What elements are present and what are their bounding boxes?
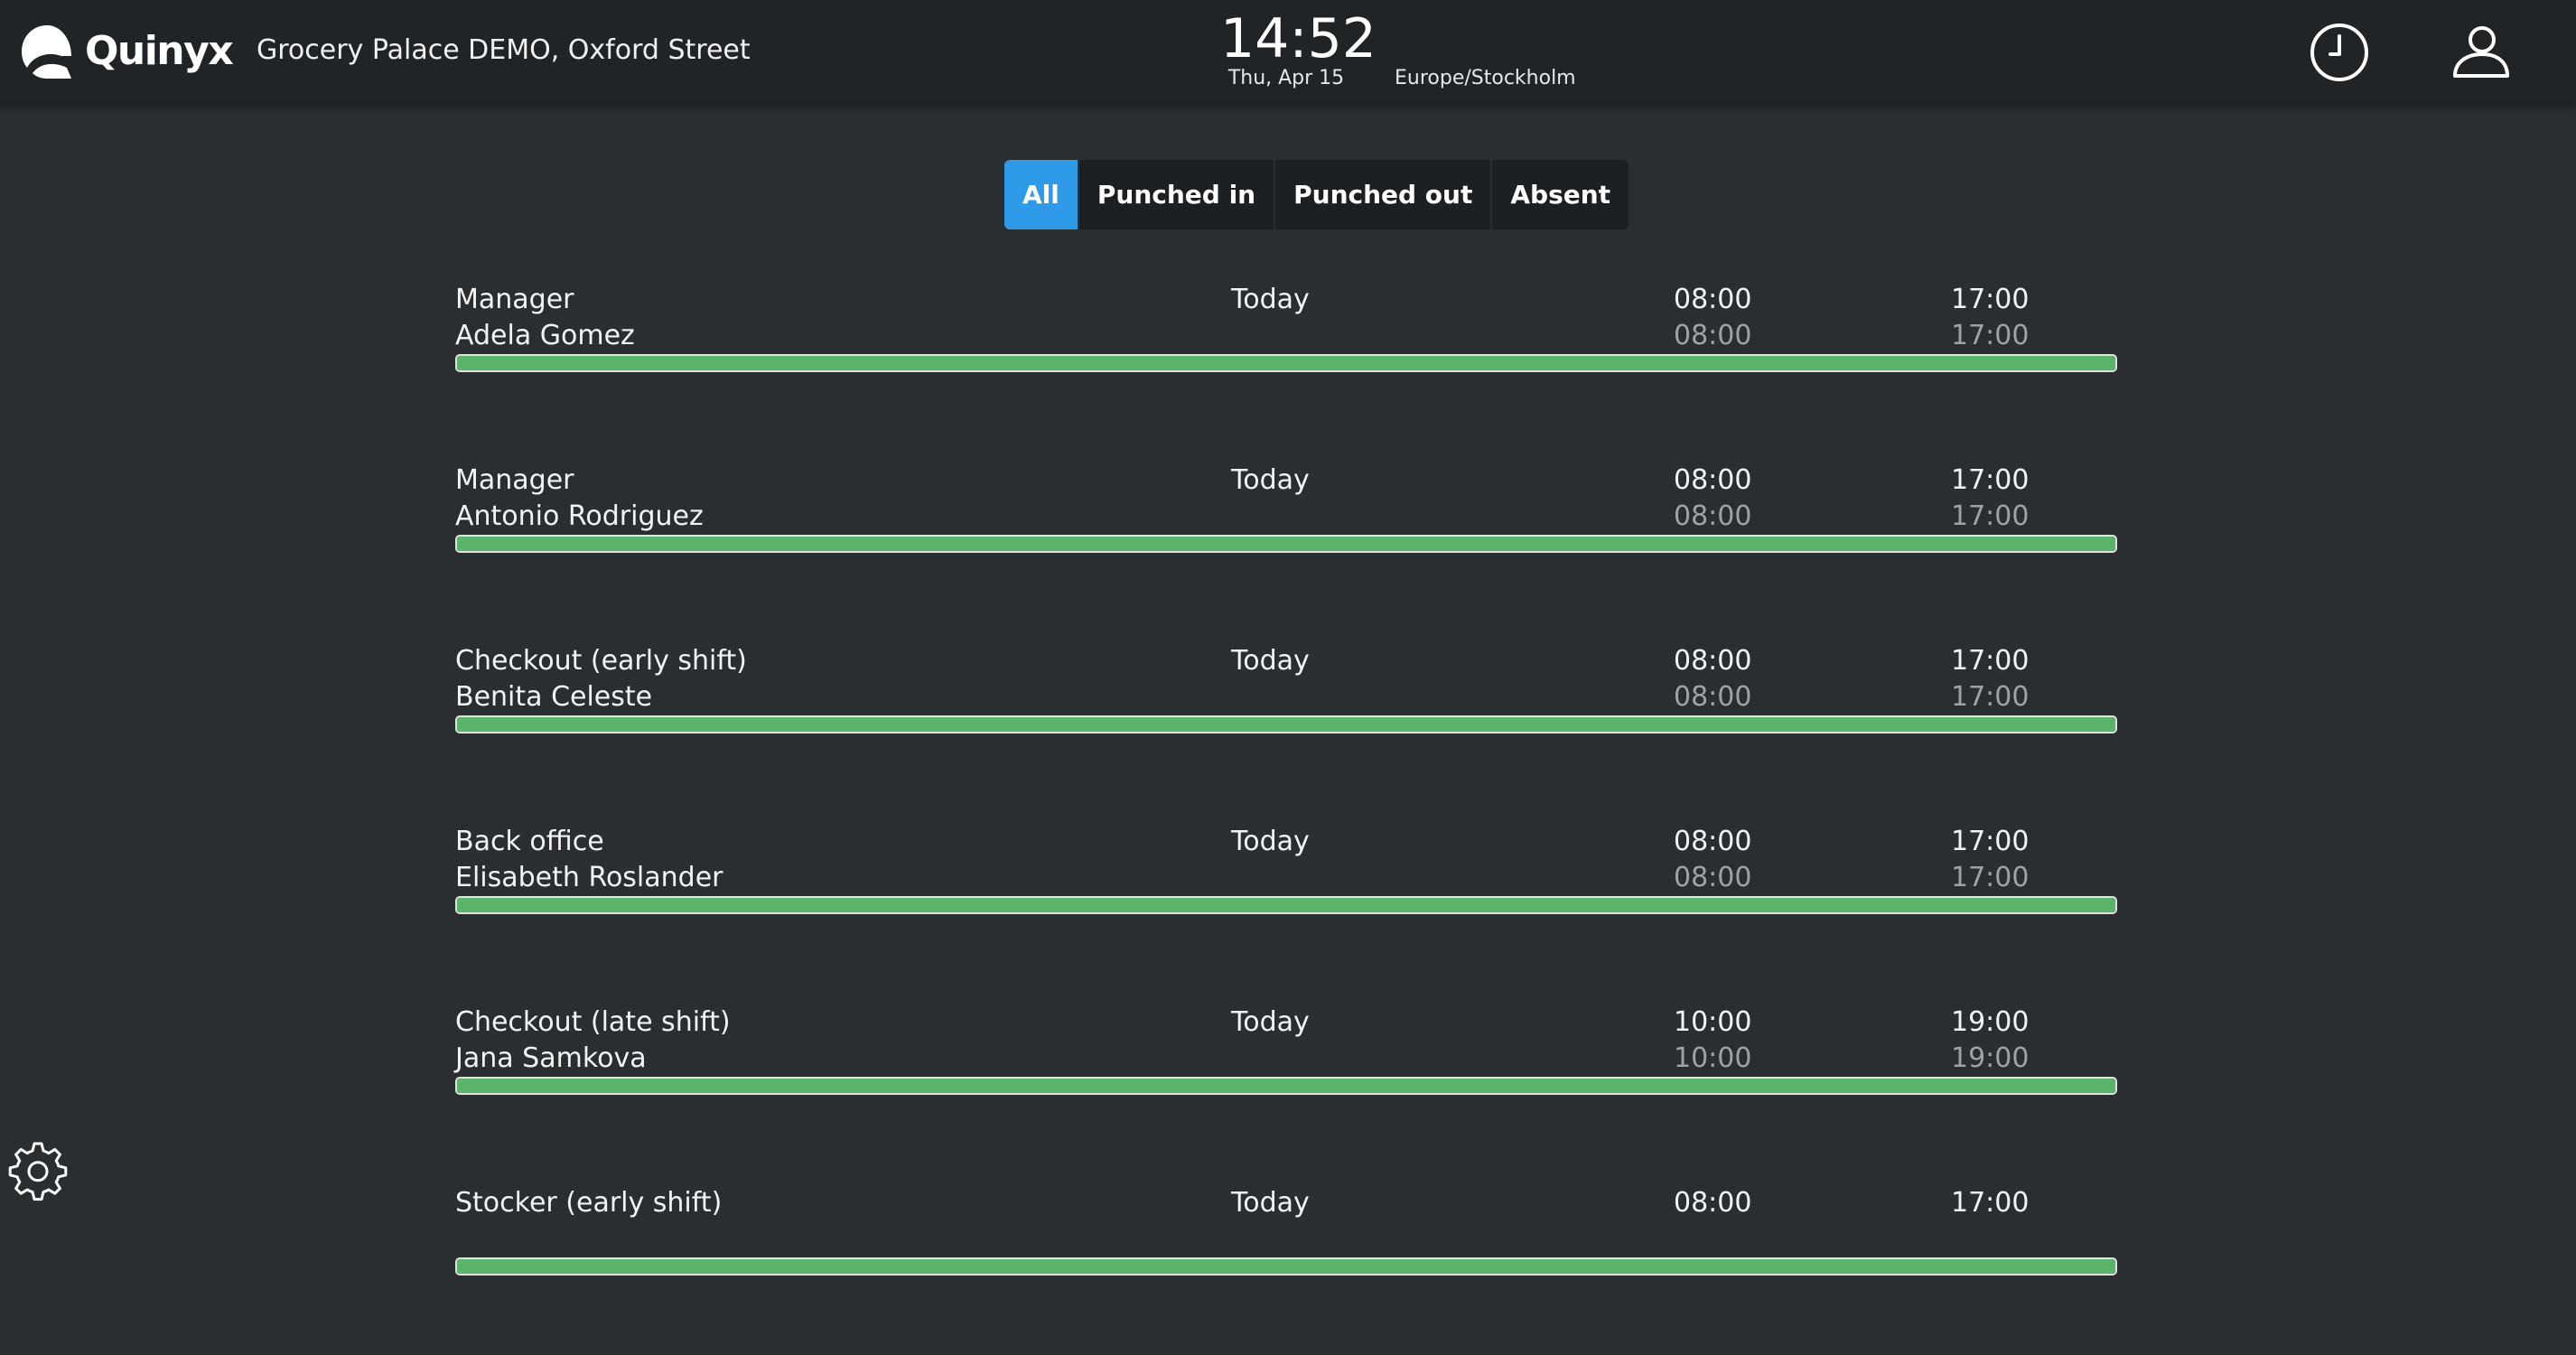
- shift-role: Stocker (early shift): [455, 1187, 723, 1219]
- shift-role: Back office: [455, 826, 604, 857]
- filter-punched-out[interactable]: Punched out: [1275, 160, 1493, 229]
- timezone-label: Europe/Stockholm: [1395, 67, 1576, 89]
- shift-role: Manager: [455, 284, 574, 315]
- shift-progress-bar: [455, 1257, 2117, 1276]
- filter-punched-in[interactable]: Punched in: [1078, 160, 1276, 229]
- shift-list: Manager Adela Gomez Today 08:00 17:00 08…: [455, 271, 2117, 1355]
- scheduled-end: 17:00: [1951, 1187, 2030, 1219]
- shift-role: Checkout (late shift): [455, 1006, 731, 1038]
- shift-day: Today: [1231, 1006, 1310, 1038]
- shift-progress-fill: [457, 537, 2115, 551]
- logo-text: Quinyx: [85, 28, 234, 74]
- actual-end: 17:00: [1951, 500, 2030, 532]
- shift-progress-fill: [457, 717, 2115, 732]
- current-time: 14:52: [1220, 7, 1377, 70]
- shift-progress-fill: [457, 898, 2115, 912]
- scheduled-start: 08:00: [1674, 645, 1752, 677]
- actual-end: 19:00: [1951, 1042, 2030, 1074]
- scheduled-start: 08:00: [1674, 826, 1752, 857]
- shift-row[interactable]: Manager Adela Gomez Today 08:00 17:00 08…: [455, 271, 2117, 452]
- shift-progress-fill: [457, 1259, 2115, 1274]
- shift-progress-bar: [455, 535, 2117, 553]
- shift-progress-fill: [457, 1079, 2115, 1093]
- shift-progress-bar: [455, 354, 2117, 372]
- shift-progress-fill: [457, 356, 2115, 370]
- shift-role: Checkout (early shift): [455, 645, 747, 677]
- top-bar: Quinyx Grocery Palace DEMO, Oxford Stree…: [0, 0, 2576, 107]
- employee-name: Benita Celeste: [455, 681, 653, 713]
- shift-role: Manager: [455, 464, 574, 496]
- scheduled-end: 17:00: [1951, 826, 2030, 857]
- filter-all[interactable]: All: [1004, 160, 1079, 229]
- scheduled-start: 10:00: [1674, 1006, 1752, 1038]
- shift-progress-bar: [455, 896, 2117, 914]
- shift-progress-bar: [455, 715, 2117, 734]
- actual-end: 17:00: [1951, 862, 2030, 893]
- shift-row[interactable]: Checkout (early shift) Benita Celeste To…: [455, 632, 2117, 813]
- shift-row[interactable]: Stocker (early shift) Today 08:00 17:00: [455, 1174, 2117, 1355]
- actual-start: 08:00: [1674, 320, 1752, 351]
- scheduled-start: 08:00: [1674, 284, 1752, 315]
- shift-row[interactable]: Manager Antonio Rodriguez Today 08:00 17…: [455, 452, 2117, 632]
- scheduled-start: 08:00: [1674, 464, 1752, 496]
- actual-start: 08:00: [1674, 500, 1752, 532]
- current-date: Thu, Apr 15: [1227, 67, 1345, 89]
- shift-row[interactable]: Back office Elisabeth Roslander Today 08…: [455, 813, 2117, 994]
- scheduled-end: 17:00: [1951, 645, 2030, 677]
- actual-end: 17:00: [1951, 320, 2030, 351]
- shift-day: Today: [1231, 464, 1310, 496]
- scheduled-end: 19:00: [1951, 1006, 2030, 1038]
- scheduled-end: 17:00: [1951, 464, 2030, 496]
- shift-day: Today: [1231, 1187, 1310, 1219]
- shift-day: Today: [1231, 826, 1310, 857]
- actual-end: 17:00: [1951, 681, 2030, 713]
- employee-name: Adela Gomez: [455, 320, 635, 351]
- employee-name: Antonio Rodriguez: [455, 500, 704, 532]
- store-name: Grocery Palace DEMO, Oxford Street: [257, 34, 751, 66]
- employee-name: Elisabeth Roslander: [455, 862, 723, 893]
- actual-start: 08:00: [1674, 681, 1752, 713]
- status-filter-tabs: All Punched in Punched out Absent: [1004, 160, 1629, 229]
- history-clock-icon[interactable]: [2307, 20, 2372, 85]
- employee-name: Jana Samkova: [455, 1042, 647, 1074]
- shift-day: Today: [1231, 645, 1310, 677]
- actual-start: 08:00: [1674, 862, 1752, 893]
- shift-day: Today: [1231, 284, 1310, 315]
- filter-absent[interactable]: Absent: [1492, 160, 1629, 229]
- logo-icon: [22, 25, 71, 79]
- user-profile-icon[interactable]: [2448, 20, 2513, 85]
- scheduled-start: 08:00: [1674, 1187, 1752, 1219]
- settings-gear-icon[interactable]: [7, 1140, 69, 1201]
- shift-progress-bar: [455, 1077, 2117, 1095]
- shift-row[interactable]: Checkout (late shift) Jana Samkova Today…: [455, 994, 2117, 1174]
- scheduled-end: 17:00: [1951, 284, 2030, 315]
- quinyx-logo: Quinyx: [20, 23, 234, 79]
- actual-start: 10:00: [1674, 1042, 1752, 1074]
